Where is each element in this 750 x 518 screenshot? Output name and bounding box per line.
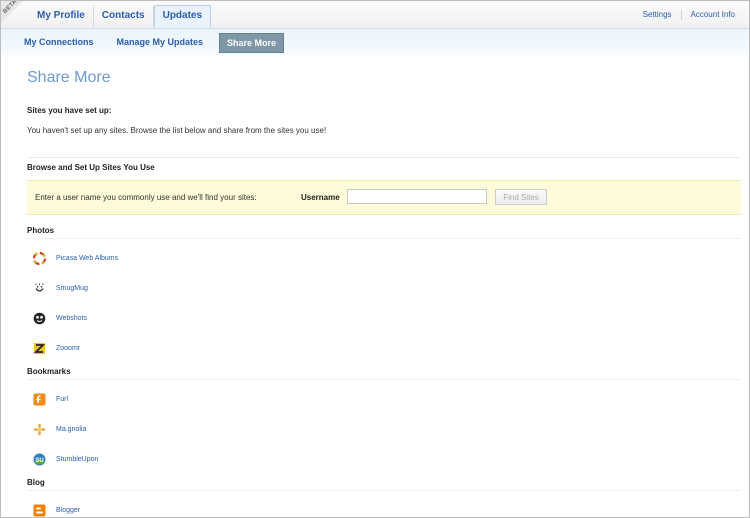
section-title: Bookmarks [27,367,71,376]
tab-updates[interactable]: Updates [153,5,212,28]
site-zooomr[interactable]: Zooomr [33,340,80,356]
subnav-my-connections[interactable]: My Connections [17,33,101,51]
site-label: Zooomr [56,344,81,352]
site-blogger[interactable]: Blogger [33,502,81,517]
webshots-icon [33,312,46,325]
site-smugmug[interactable]: SmugMug [33,280,88,296]
svg-text:SU: SU [35,458,43,464]
site-stumbleupon[interactable]: SU StumbleUpon [33,451,98,467]
tab-contacts[interactable]: Contacts [94,6,154,27]
site-label: Furl [56,395,69,403]
site-label: Blogger [56,506,81,514]
setup-heading: Sites you have set up: [27,106,112,115]
stumbleupon-icon: SU [33,453,46,466]
main-content: Share More Sites you have set up: You ha… [27,69,741,516]
section-blog: Blog [27,478,741,491]
divider [27,157,741,158]
section-title: Photos [27,226,55,235]
subnav-share-more[interactable]: Share More [219,33,285,53]
blogger-icon [33,504,46,517]
site-magnolia[interactable]: Ma.gnolia [33,421,86,437]
site-furl[interactable]: Furl [33,391,68,407]
browse-heading: Browse and Set Up Sites You Use [27,163,155,172]
picasa-icon [33,251,46,265]
section-divider [27,379,741,380]
section-photos: Photos [27,226,741,239]
find-sites-button[interactable]: Find Sites [495,189,547,205]
site-label: Ma.gnolia [56,425,87,433]
site-label: SmugMug [56,284,88,292]
find-sites-panel: Enter a user name you commonly use and w… [27,180,741,215]
site-webshots[interactable]: Webshots [33,310,87,326]
settings-link[interactable]: Settings [643,10,672,20]
find-sites-prompt: Enter a user name you commonly use and w… [35,193,257,202]
username-input[interactable] [347,189,487,204]
section-bookmarks: Bookmarks [27,367,741,380]
username-label: Username [301,193,340,202]
section-divider [27,238,741,239]
magnolia-icon [33,423,46,436]
zooomr-icon [33,342,46,355]
top-navigation-bar: BETA My Profile Contacts Updates Setting… [1,1,749,29]
top-tabs: My Profile Contacts Updates [29,5,212,28]
top-links: Settings Account Info [643,10,735,20]
section-divider [27,490,741,491]
link-divider [680,10,682,20]
sub-navigation-items: My Connections Manage My Updates Share M… [17,33,293,53]
furl-icon [33,393,46,406]
site-picasa-web-albums[interactable]: Picasa Web Albums [33,250,118,266]
setup-message: You haven't set up any sites. Browse the… [27,126,327,135]
tab-my-profile[interactable]: My Profile [29,6,94,27]
app-frame: BETA My Profile Contacts Updates Setting… [0,0,750,518]
page-title: Share More [27,69,111,86]
account-info-link[interactable]: Account Info [691,10,735,20]
subnav-manage-my-updates[interactable]: Manage My Updates [110,33,211,51]
site-label: Picasa Web Albums [56,254,119,262]
site-label: Webshots [56,314,87,322]
site-label: StumbleUpon [56,455,99,463]
smugmug-icon [33,282,46,295]
section-title: Blog [27,478,45,487]
sub-navigation-bar: My Connections Manage My Updates Share M… [1,29,749,55]
